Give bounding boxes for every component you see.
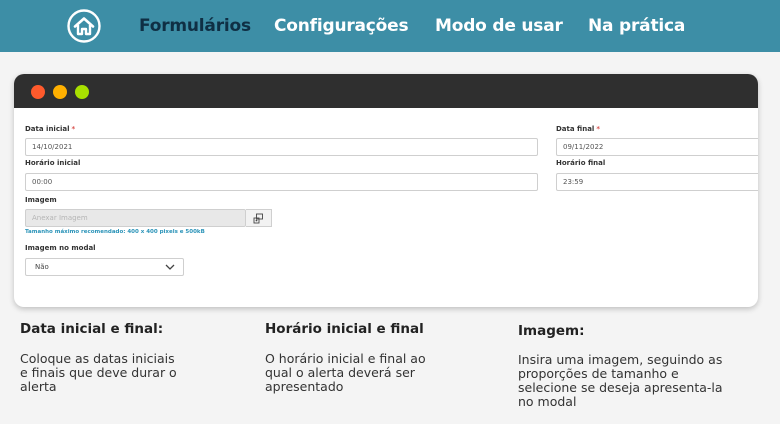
explanation-title-horarios: Horário inicial e final <box>265 321 424 337</box>
imagem-input[interactable]: Anexar Imagem <box>25 209 246 227</box>
form-preview-window: Data inicial * 14/10/2021 Data final * 09/… <box>14 74 758 307</box>
window-titlebar <box>14 74 758 108</box>
window-dot-red <box>31 85 45 99</box>
explanation-text-imagem: Insira uma imagem, seguindo as proporçõe… <box>518 352 723 409</box>
horario-final-input[interactable]: 23:59 <box>556 173 758 191</box>
window-dot-green <box>75 85 89 99</box>
data-inicial-label: Data inicial * <box>25 125 76 133</box>
window-dot-yellow <box>53 85 67 99</box>
imagem-modal-selected-value: Não <box>35 263 49 271</box>
horario-inicial-label: Horário inicial <box>25 159 81 167</box>
explanation-text-horarios: O horário inicial e final ao qual o aler… <box>265 351 426 394</box>
imagem-label: Imagem <box>25 196 57 204</box>
image-size-hint: Tamanho máximo recomendado: 400 x 400 pi… <box>25 229 205 235</box>
horario-final-label: Horário final <box>556 159 606 167</box>
explanation-title-imagem: Imagem: <box>518 323 585 339</box>
data-final-input[interactable]: 09/11/2022 <box>556 138 758 156</box>
explanation-text-datas: Coloque as datas iniciais e finais que d… <box>20 351 177 394</box>
attach-image-button[interactable] <box>246 209 272 227</box>
data-final-label: Data final * <box>556 125 601 133</box>
horario-inicial-input[interactable]: 00:00 <box>25 173 538 191</box>
explanation-title-datas: Data inicial e final: <box>20 321 164 337</box>
imagem-modal-select[interactable]: Não <box>25 258 184 276</box>
data-inicial-input[interactable]: 14/10/2021 <box>25 138 538 156</box>
home-icon[interactable] <box>67 9 101 43</box>
attach-icon <box>253 213 263 223</box>
required-mark: * <box>596 125 601 133</box>
nav-configuracoes[interactable]: Configurações <box>274 14 409 38</box>
chevron-down-icon <box>165 264 175 270</box>
nav-modo-de-usar[interactable]: Modo de usar <box>435 14 563 38</box>
required-mark: * <box>71 125 76 133</box>
imagem-modal-label: Imagem no modal <box>25 244 96 252</box>
nav-formularios[interactable]: Formulários <box>139 14 251 38</box>
nav-na-pratica[interactable]: Na prática <box>588 14 685 38</box>
top-nav-bar: Formulários Configurações Modo de usar N… <box>0 0 780 52</box>
